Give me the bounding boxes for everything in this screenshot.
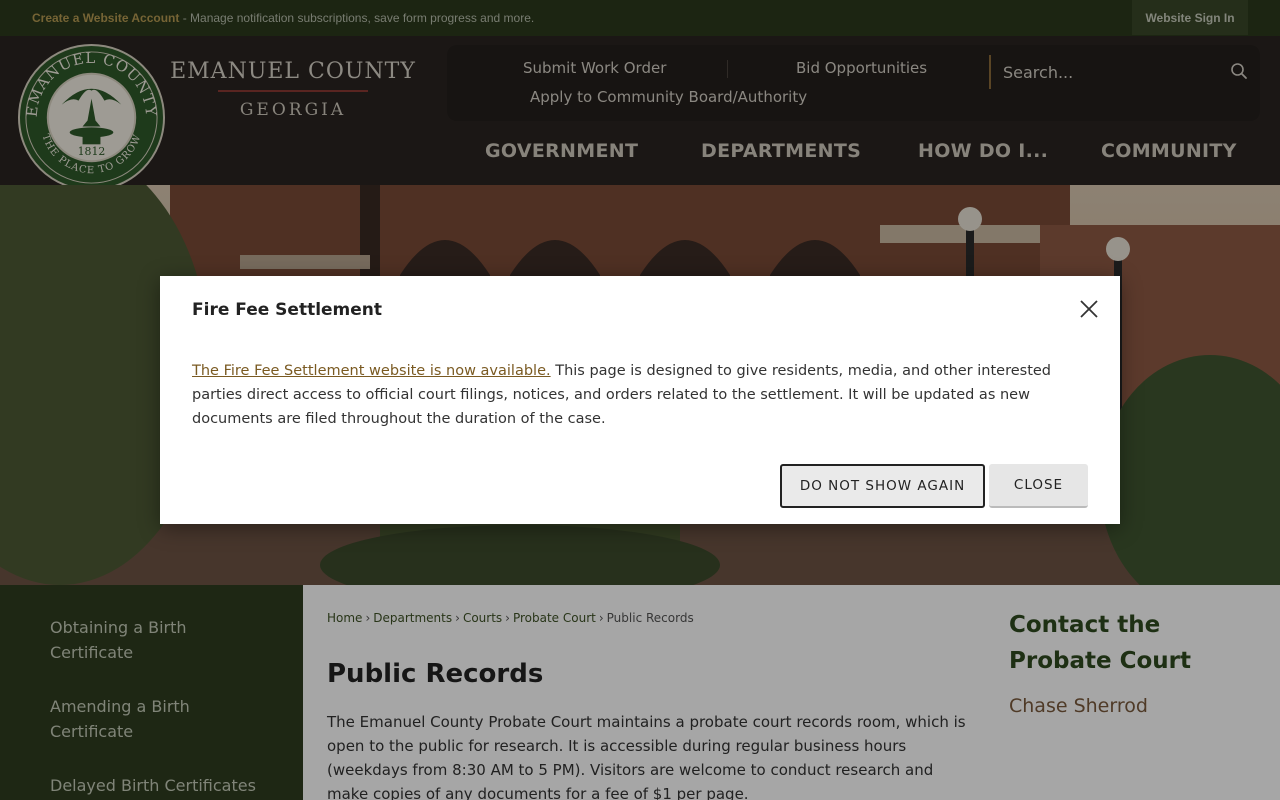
close-button[interactable]: CLOSE (989, 464, 1088, 508)
close-icon[interactable] (1078, 298, 1100, 320)
modal-title: Fire Fee Settlement (192, 300, 383, 320)
fire-fee-settlement-modal: Fire Fee Settlement The Fire Fee Settlem… (160, 276, 1120, 524)
fire-fee-settlement-link[interactable]: The Fire Fee Settlement website is now a… (192, 363, 551, 379)
modal-body: The Fire Fee Settlement website is now a… (192, 359, 1088, 431)
do-not-show-again-button[interactable]: DO NOT SHOW AGAIN (780, 464, 985, 508)
